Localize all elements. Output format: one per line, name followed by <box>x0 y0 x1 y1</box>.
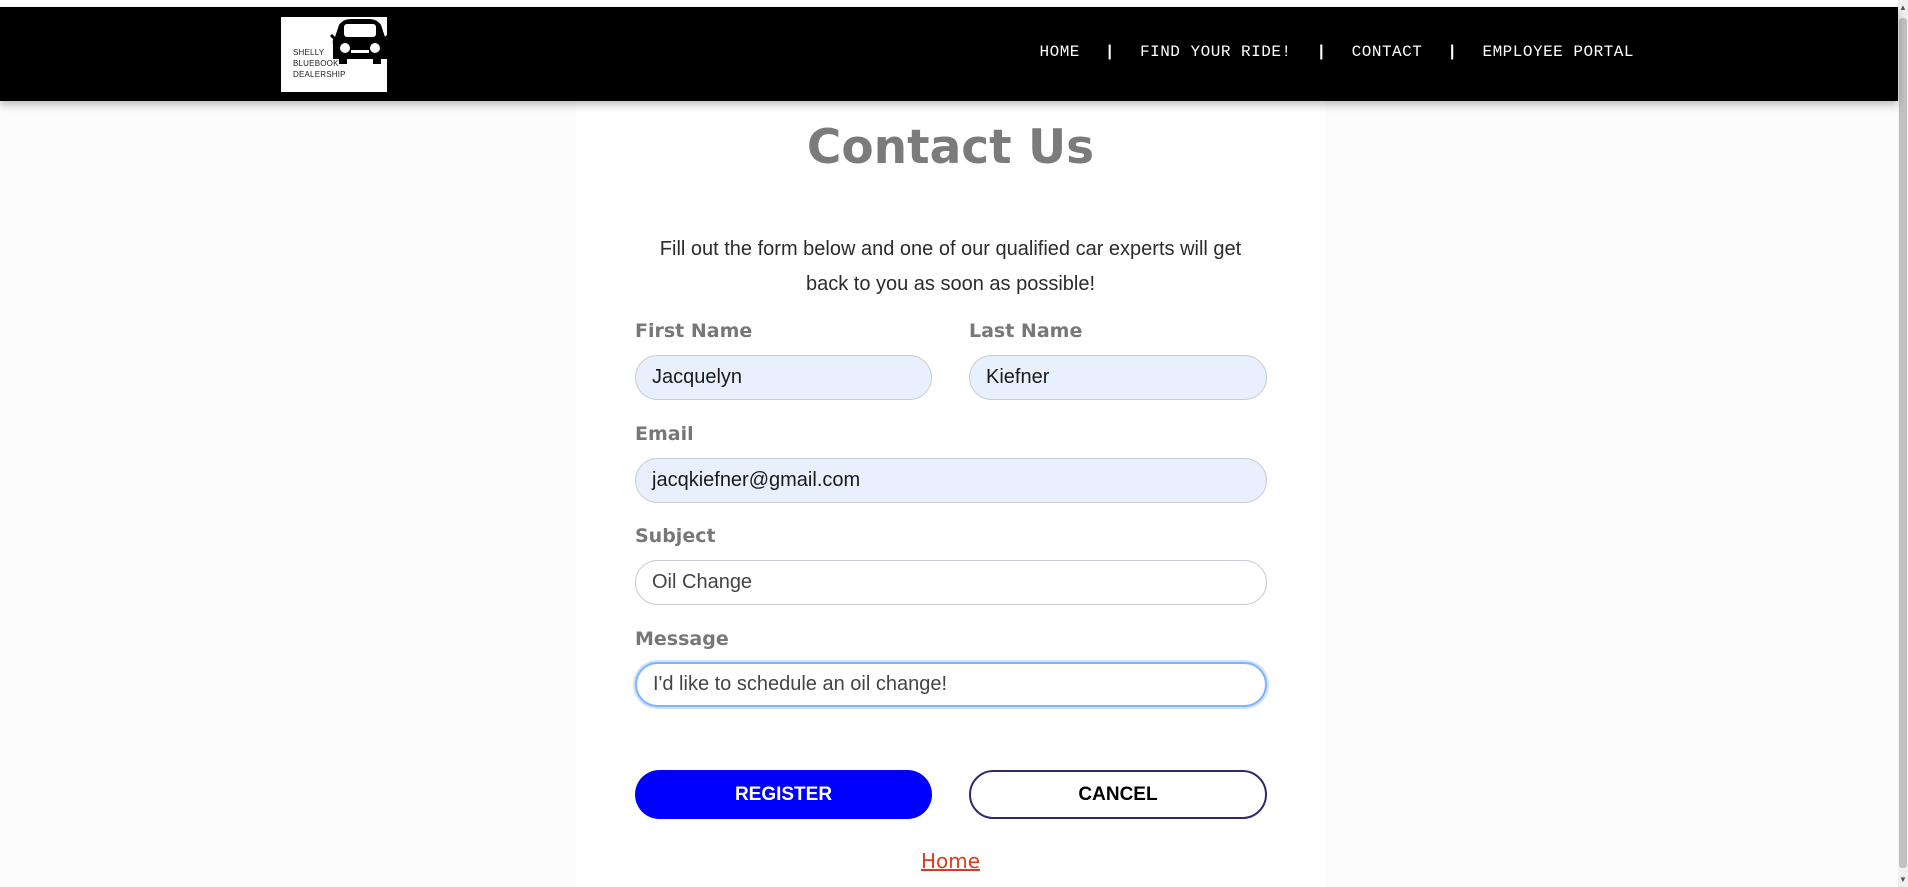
logo-text: SHELLY BLUEBOOK DEALERSHIP <box>293 47 346 80</box>
first-name-input[interactable]: Jacquelyn <box>635 355 932 400</box>
navbar: SHELLY BLUEBOOK DEALERSHIP HOME | FIND Y… <box>0 7 1898 101</box>
last-name-value: Kiefner <box>986 366 1050 388</box>
page-title: Contact Us <box>806 120 1095 175</box>
nav-separator: | <box>1104 43 1115 61</box>
message-input[interactable]: I'd like to schedule an oil change! <box>635 662 1267 707</box>
scroll-up-icon[interactable]: ▲ <box>1899 3 1907 13</box>
subject-input[interactable]: Oil Change <box>635 560 1267 605</box>
scroll-thumb[interactable] <box>1899 18 1907 868</box>
message-value: I'd like to schedule an oil change! <box>653 673 948 695</box>
email-input[interactable]: jacqkiefner@gmail.com <box>635 458 1267 503</box>
page-scrollbar[interactable]: ▲ ▼ <box>1898 0 1908 887</box>
scroll-down-icon[interactable]: ▼ <box>1899 875 1907 885</box>
subject-value: Oil Change <box>652 571 753 593</box>
last-name-label: Last Name <box>969 320 1083 342</box>
cancel-button[interactable]: CANCEL <box>969 770 1267 819</box>
subject-label: Subject <box>635 525 716 547</box>
email-value: jacqkiefner@gmail.com <box>652 469 861 491</box>
nav-menu: HOME | FIND YOUR RIDE! | CONTACT | EMPLO… <box>1039 43 1634 61</box>
top-strip <box>0 0 1898 7</box>
first-name-value: Jacquelyn <box>652 366 743 388</box>
first-name-label: First Name <box>635 320 753 342</box>
nav-separator: | <box>1447 43 1458 61</box>
nav-link-home[interactable]: HOME <box>1039 43 1079 61</box>
message-label: Message <box>635 628 729 650</box>
email-label: Email <box>635 423 694 445</box>
nav-separator: | <box>1316 43 1327 61</box>
home-link[interactable]: Home <box>576 849 1325 873</box>
nav-link-contact[interactable]: CONTACT <box>1352 43 1423 61</box>
last-name-input[interactable]: Kiefner <box>969 355 1267 400</box>
contact-form-card: Contact Us Fill out the form below and o… <box>576 101 1325 887</box>
logo-line: BLUEBOOK <box>293 59 339 68</box>
nav-link-employee-portal[interactable]: EMPLOYEE PORTAL <box>1482 43 1634 61</box>
intro-text: Fill out the form below and one of our q… <box>659 238 1242 295</box>
logo-line: SHELLY <box>293 48 325 57</box>
logo-line: DEALERSHIP <box>293 70 346 79</box>
register-button[interactable]: REGISTER <box>635 770 932 819</box>
nav-link-find-your-ride[interactable]: FIND YOUR RIDE! <box>1140 43 1292 61</box>
dealership-logo[interactable]: SHELLY BLUEBOOK DEALERSHIP <box>281 17 387 92</box>
